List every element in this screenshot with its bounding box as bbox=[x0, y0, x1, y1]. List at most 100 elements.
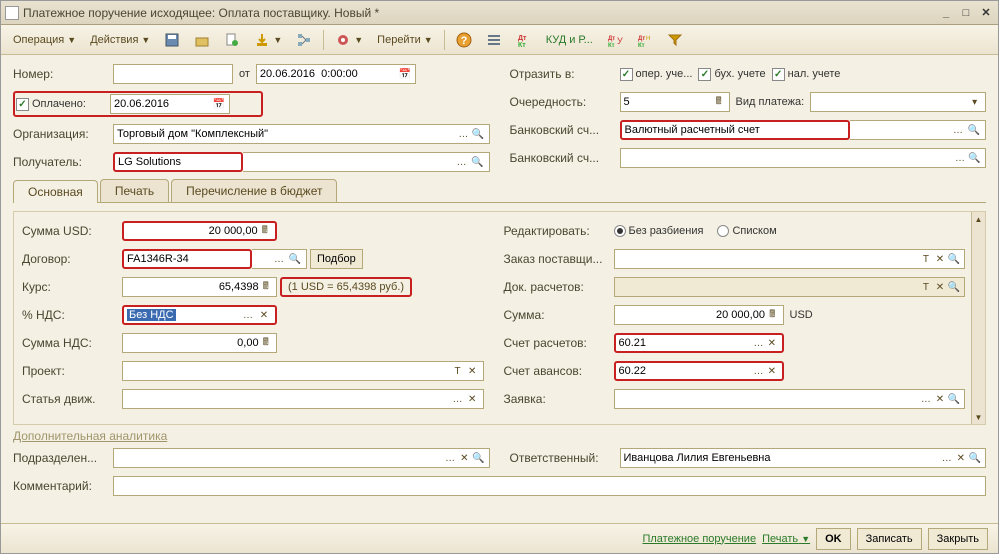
podbor-button[interactable]: Подбор bbox=[310, 249, 363, 269]
ellipsis-icon[interactable]: … bbox=[919, 390, 933, 408]
ellipsis-icon[interactable]: … bbox=[752, 334, 765, 352]
clear-icon[interactable]: ✕ bbox=[954, 449, 968, 467]
help-icon[interactable]: ? bbox=[450, 29, 478, 51]
ok-button[interactable]: OK bbox=[816, 528, 851, 550]
date-input[interactable]: 📅 bbox=[256, 64, 416, 84]
division-input[interactable]: …✕🔍 bbox=[113, 448, 490, 468]
scroll-down-icon[interactable]: ▼ bbox=[972, 410, 985, 424]
clear-icon[interactable]: ✕ bbox=[765, 334, 778, 352]
search-icon[interactable]: 🔍 bbox=[470, 153, 486, 171]
order-input[interactable]: T✕🔍 bbox=[614, 249, 966, 269]
sum-usd-input[interactable]: 🖩 bbox=[122, 221, 277, 241]
ellipsis-icon[interactable]: … bbox=[450, 390, 465, 408]
number-input[interactable] bbox=[113, 64, 233, 84]
post-icon[interactable] bbox=[188, 29, 216, 51]
search-icon[interactable]: 🔍 bbox=[968, 449, 982, 467]
search-icon[interactable]: 🔍 bbox=[947, 390, 961, 408]
contract-ext[interactable]: …🔍 bbox=[252, 249, 307, 269]
search-icon[interactable]: 🔍 bbox=[947, 250, 961, 268]
filter-icon[interactable] bbox=[661, 29, 689, 51]
tab-main[interactable]: Основная bbox=[13, 180, 98, 203]
project-input[interactable]: T✕ bbox=[122, 361, 484, 381]
calc-icon[interactable]: 🖩 bbox=[259, 334, 273, 352]
dtkt-mgmt-icon[interactable]: ДтКтУ bbox=[601, 29, 629, 51]
close-button[interactable]: ✕ bbox=[978, 5, 994, 21]
new-doc-icon[interactable] bbox=[218, 29, 246, 51]
calc-icon[interactable]: 🖩 bbox=[765, 306, 780, 324]
scroll-up-icon[interactable]: ▲ bbox=[972, 212, 985, 226]
bank-acc1-input[interactable] bbox=[620, 120, 850, 140]
save-icon[interactable] bbox=[158, 29, 186, 51]
t-icon[interactable]: T bbox=[919, 278, 933, 296]
clear-icon[interactable]: ✕ bbox=[465, 362, 480, 380]
list-icon[interactable] bbox=[480, 29, 508, 51]
bank-acc1-ext[interactable]: …🔍 bbox=[850, 120, 987, 140]
kudr-link[interactable]: КУД и Р... bbox=[540, 29, 599, 51]
operation-menu[interactable]: Операция ▼ bbox=[7, 29, 82, 51]
vertical-scrollbar[interactable]: ▲ ▼ bbox=[971, 212, 985, 424]
settings-icon[interactable]: ▼ bbox=[329, 29, 369, 51]
calendar-icon[interactable]: 📅 bbox=[397, 65, 411, 83]
ellipsis-icon[interactable]: … bbox=[240, 306, 256, 324]
advance-acc-input[interactable]: …✕ bbox=[614, 361, 784, 381]
payment-type-input[interactable]: ▾ bbox=[810, 92, 986, 112]
search-icon[interactable]: 🔍 bbox=[947, 278, 961, 296]
minimize-button[interactable]: _ bbox=[938, 5, 954, 21]
print-link[interactable]: Печать ▼ bbox=[762, 533, 810, 545]
clear-icon[interactable]: ✕ bbox=[256, 306, 272, 324]
edit-list-radio[interactable] bbox=[717, 225, 729, 237]
ellipsis-icon[interactable]: … bbox=[940, 449, 954, 467]
ellipsis-icon[interactable]: … bbox=[454, 153, 470, 171]
buh-checkbox[interactable] bbox=[698, 68, 711, 81]
ellipsis-icon[interactable]: … bbox=[271, 250, 287, 268]
goto-menu[interactable]: Перейти ▼ bbox=[371, 29, 439, 51]
close-form-button[interactable]: Закрыть bbox=[928, 528, 988, 550]
maximize-button[interactable]: □ bbox=[958, 5, 974, 21]
dropdown-icon[interactable]: ▾ bbox=[967, 93, 982, 111]
additional-analytics-link[interactable]: Дополнительная аналитика bbox=[13, 429, 986, 443]
contract-input[interactable] bbox=[122, 249, 252, 269]
sum-input[interactable]: 🖩 bbox=[614, 305, 784, 325]
responsible-input[interactable]: …✕🔍 bbox=[620, 448, 987, 468]
rate-input[interactable]: 🖩 bbox=[122, 277, 277, 297]
calendar-icon[interactable]: 📅 bbox=[212, 95, 226, 113]
tab-print[interactable]: Печать bbox=[100, 179, 169, 202]
oper-checkbox[interactable] bbox=[620, 68, 633, 81]
vat-sum-input[interactable]: 🖩 bbox=[122, 333, 277, 353]
vat-pct-input[interactable]: Без НДС…✕ bbox=[122, 305, 277, 325]
search-icon[interactable]: 🔍 bbox=[471, 449, 485, 467]
dtkt-tax-icon[interactable]: ДтКтН bbox=[631, 29, 659, 51]
clear-icon[interactable]: ✕ bbox=[457, 449, 471, 467]
ellipsis-icon[interactable]: … bbox=[443, 449, 457, 467]
payment-order-link[interactable]: Платежное поручение bbox=[642, 533, 756, 545]
search-icon[interactable]: 🔍 bbox=[287, 250, 303, 268]
based-on-icon[interactable]: ▼ bbox=[248, 29, 288, 51]
search-icon[interactable]: 🔍 bbox=[966, 121, 982, 139]
edit-nosplit-radio[interactable] bbox=[614, 225, 626, 237]
request-input[interactable]: …✕🔍 bbox=[614, 389, 966, 409]
calc-icon[interactable]: 🖩 bbox=[258, 222, 272, 240]
save-button[interactable]: Записать bbox=[857, 528, 922, 550]
nal-checkbox[interactable] bbox=[772, 68, 785, 81]
org-input[interactable]: …🔍 bbox=[113, 124, 490, 144]
clear-icon[interactable]: ✕ bbox=[933, 250, 947, 268]
actions-menu[interactable]: Действия ▼ bbox=[84, 29, 156, 51]
calc-icon[interactable]: 🖩 bbox=[259, 278, 273, 296]
t-icon[interactable]: T bbox=[450, 362, 465, 380]
paid-date-input[interactable]: 📅 bbox=[110, 94, 230, 114]
calc-icon[interactable]: 🖩 bbox=[712, 93, 726, 111]
cashflow-input[interactable]: …✕ bbox=[122, 389, 484, 409]
search-icon[interactable]: 🔍 bbox=[967, 149, 982, 167]
clear-icon[interactable]: ✕ bbox=[465, 390, 480, 408]
ellipsis-icon[interactable]: … bbox=[953, 149, 968, 167]
search-icon[interactable]: 🔍 bbox=[471, 125, 486, 143]
priority-input[interactable]: 🖩 bbox=[620, 92, 730, 112]
posting-icon[interactable]: ДтКт bbox=[510, 29, 538, 51]
recipient-ext[interactable]: …🔍 bbox=[243, 152, 490, 172]
ellipsis-icon[interactable]: … bbox=[752, 362, 765, 380]
comment-input[interactable] bbox=[113, 476, 986, 496]
settle-acc-input[interactable]: …✕ bbox=[614, 333, 784, 353]
structure-icon[interactable] bbox=[290, 29, 318, 51]
t-icon[interactable]: T bbox=[919, 250, 933, 268]
ellipsis-icon[interactable]: … bbox=[456, 125, 471, 143]
